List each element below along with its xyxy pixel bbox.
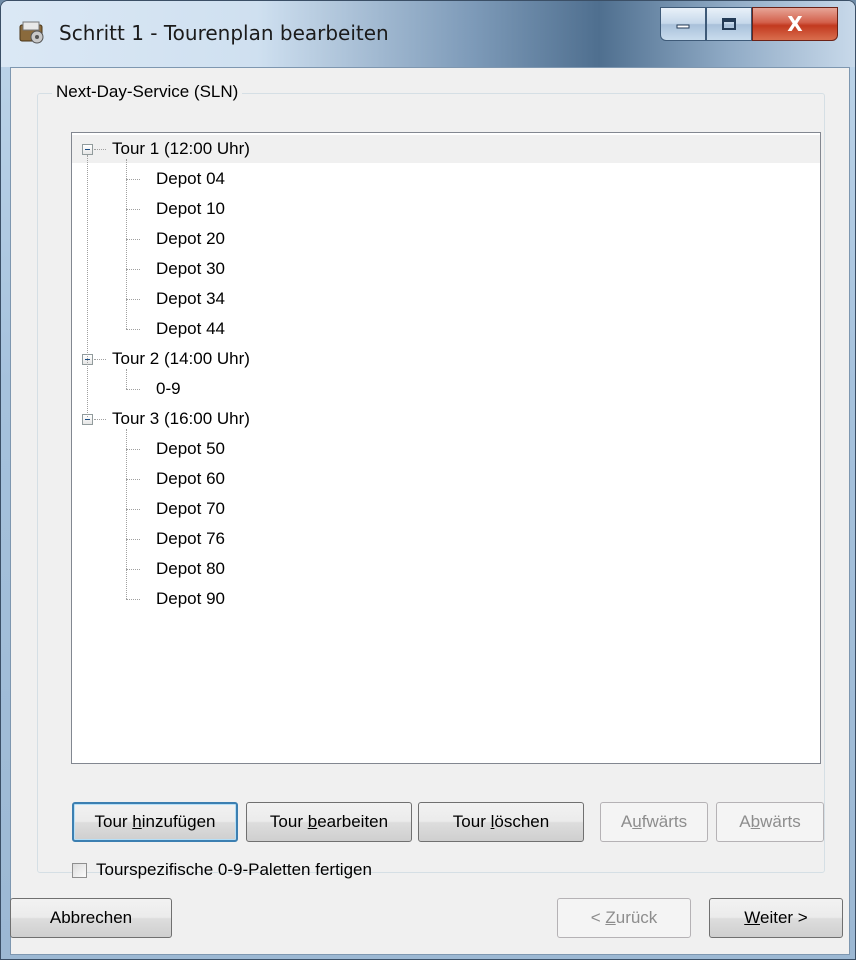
- tree-node-depot[interactable]: Depot 76: [72, 525, 820, 553]
- tree-node-depot[interactable]: Depot 34: [72, 285, 820, 313]
- tree-node-label: Depot 04: [156, 169, 225, 188]
- tour-pallets-checkbox-label[interactable]: Tourspezifische 0-9-Paletten fertigen: [96, 860, 372, 880]
- tree-node-depot[interactable]: Depot 90: [72, 585, 820, 613]
- next-button[interactable]: Weiter >: [709, 898, 843, 938]
- caption-buttons: X: [660, 7, 838, 43]
- tree-connector: [126, 209, 140, 210]
- cancel-button[interactable]: Abbrechen: [10, 898, 172, 938]
- tree-node-label: Tour 1 (12:00 Uhr): [112, 139, 250, 158]
- tree-node-label: Depot 76: [156, 529, 225, 548]
- tree-node-label: Depot 70: [156, 499, 225, 518]
- maximize-icon: [722, 18, 736, 30]
- tree-node-label: Tour 2 (14:00 Uhr): [112, 349, 250, 368]
- tree-connector: [126, 479, 140, 480]
- tree-node-tour[interactable]: Tour 3 (16:00 Uhr): [72, 405, 820, 433]
- tree-connector: [126, 179, 140, 180]
- tree-connector: [126, 539, 140, 540]
- tree-connector: [126, 449, 140, 450]
- add-tour-button[interactable]: Tour hinzufügen: [72, 802, 238, 842]
- tree-connector: [126, 239, 140, 240]
- tree-node-label: 0-9: [156, 379, 181, 398]
- tree-node-label: Depot 20: [156, 229, 225, 248]
- window-title: Schritt 1 - Tourenplan bearbeiten: [59, 21, 389, 45]
- tree-node-label: Depot 34: [156, 289, 225, 308]
- tree-node-tour[interactable]: Tour 1 (12:00 Uhr): [72, 135, 820, 163]
- tree-node-depot[interactable]: Depot 60: [72, 465, 820, 493]
- delete-tour-button[interactable]: Tour löschen: [418, 802, 584, 842]
- tree-connector: [126, 159, 127, 329]
- tree-node-label: Depot 10: [156, 199, 225, 218]
- minimize-icon: [676, 24, 690, 29]
- tree-node-label: Depot 44: [156, 319, 225, 338]
- minimize-button[interactable]: [660, 7, 706, 41]
- move-down-button[interactable]: Abwärts: [716, 802, 824, 842]
- tree-connector: [126, 299, 140, 300]
- close-icon: X: [787, 12, 803, 36]
- tree-node-depot[interactable]: Depot 10: [72, 195, 820, 223]
- tree-connector: [126, 599, 140, 600]
- tree-node-depot[interactable]: Depot 04: [72, 165, 820, 193]
- tour-tree-view[interactable]: Tour 1 (12:00 Uhr) Depot 04 Depot 10 Depot …: [71, 132, 821, 764]
- collapse-icon[interactable]: [82, 144, 93, 155]
- close-button[interactable]: X: [752, 7, 838, 41]
- tree-connector: [126, 389, 140, 390]
- dialog-window: Schritt 1 - Tourenplan bearbeiten X Next…: [0, 0, 856, 960]
- maximize-button[interactable]: [706, 7, 752, 41]
- move-up-button[interactable]: Aufwärts: [600, 802, 708, 842]
- tree-connector: [126, 429, 127, 599]
- tree-node-depot[interactable]: Depot 30: [72, 255, 820, 283]
- tree-node-label: Depot 60: [156, 469, 225, 488]
- app-icon: [19, 21, 44, 44]
- tree-node-depot[interactable]: Depot 70: [72, 495, 820, 523]
- tree-connector: [94, 149, 106, 150]
- back-button[interactable]: < Zurück: [557, 898, 691, 938]
- tree-connector: [126, 509, 140, 510]
- tree-node-depot[interactable]: Depot 20: [72, 225, 820, 253]
- tree-node-depot[interactable]: Depot 80: [72, 555, 820, 583]
- dialog-client-area: Next-Day-Service (SLN) Tour 1 (12:00 Uhr…: [10, 67, 850, 955]
- title-bar[interactable]: Schritt 1 - Tourenplan bearbeiten X: [1, 1, 855, 67]
- tree-node-depot[interactable]: Depot 44: [72, 315, 820, 343]
- tree-connector: [126, 329, 140, 330]
- tree-connector: [87, 155, 88, 417]
- tree-node-label: Tour 3 (16:00 Uhr): [112, 409, 250, 428]
- edit-tour-button[interactable]: Tour bearbeiten: [246, 802, 412, 842]
- tree-connector: [126, 269, 140, 270]
- service-groupbox: Next-Day-Service (SLN) Tour 1 (12:00 Uhr…: [37, 82, 825, 879]
- tree-node-label: Depot 80: [156, 559, 225, 578]
- tour-pallets-checkbox-row[interactable]: Tourspezifische 0-9-Paletten fertigen: [72, 858, 372, 882]
- tree-node-label: Depot 50: [156, 439, 225, 458]
- tree-connector: [94, 419, 106, 420]
- tree-node-label: Depot 90: [156, 589, 225, 608]
- tree-node-depot[interactable]: 0-9: [72, 375, 820, 403]
- tree-node-label: Depot 30: [156, 259, 225, 278]
- tree-node-depot[interactable]: Depot 50: [72, 435, 820, 463]
- tree-connector: [126, 369, 127, 389]
- tree-connector: [126, 569, 140, 570]
- tree-connector: [94, 359, 106, 360]
- tree-node-tour[interactable]: Tour 2 (14:00 Uhr): [72, 345, 820, 373]
- tour-pallets-checkbox[interactable]: [72, 862, 87, 878]
- groupbox-label: Next-Day-Service (SLN): [52, 82, 243, 102]
